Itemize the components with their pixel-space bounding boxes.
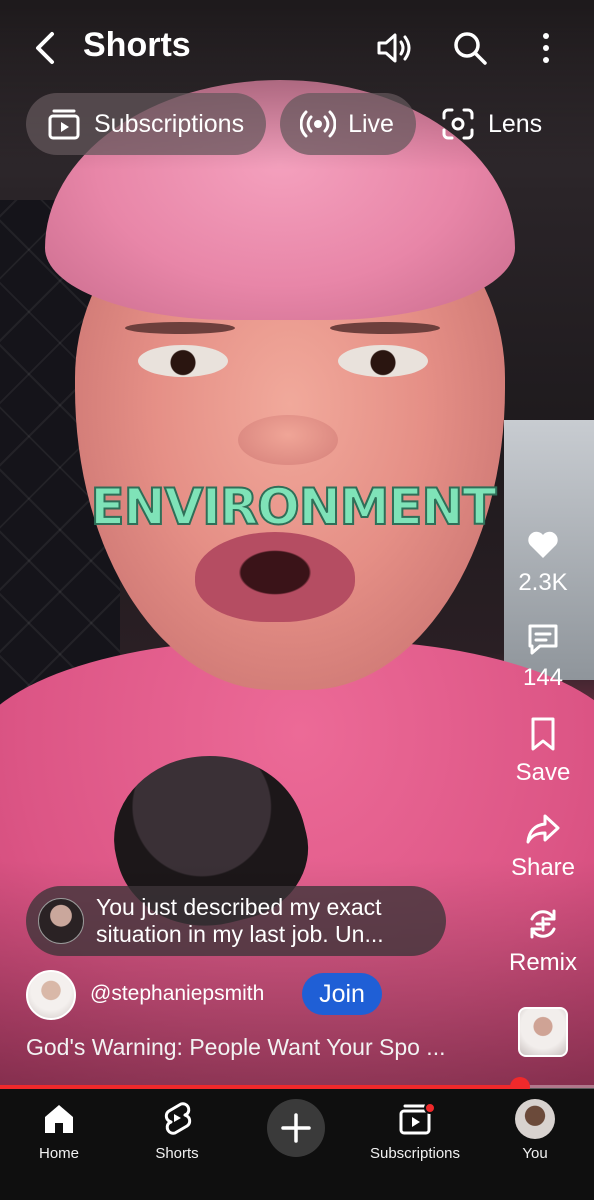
- nav-shorts[interactable]: Shorts: [118, 1089, 236, 1162]
- heart-icon: [528, 531, 558, 558]
- subscriptions-icon: [48, 109, 80, 140]
- chip-lens[interactable]: Lens: [430, 93, 564, 155]
- page-title: Shorts: [83, 26, 191, 64]
- more-options-button[interactable]: [528, 28, 568, 68]
- eye: [338, 345, 428, 377]
- search-icon: [454, 32, 487, 65]
- comments-button[interactable]: 144: [500, 620, 586, 692]
- bookmark-icon: [531, 717, 555, 751]
- lens-icon: [442, 108, 474, 140]
- feed-chips: Subscriptions Live Lens: [26, 93, 564, 155]
- video-title[interactable]: God's Warning: People Want Your Spo ...: [26, 1034, 496, 1061]
- save-label: Save: [515, 759, 571, 786]
- like-button[interactable]: 2.3K: [500, 525, 586, 597]
- speaker-icon: [377, 33, 411, 63]
- sound-thumbnail[interactable]: [518, 1007, 568, 1057]
- eyebrow: [330, 322, 440, 334]
- share-label: Share: [510, 854, 576, 881]
- remix-button[interactable]: Remix: [500, 905, 586, 977]
- like-count: 2.3K: [518, 569, 568, 596]
- avatar: [515, 1099, 555, 1139]
- nav-label: Subscriptions: [369, 1145, 461, 1162]
- remix-icon: [530, 909, 556, 939]
- chip-live[interactable]: Live: [280, 93, 416, 155]
- commenter-avatar: [38, 898, 84, 944]
- sound-button[interactable]: [374, 28, 414, 68]
- nav-label: Shorts: [155, 1145, 199, 1162]
- plus-icon: [281, 1113, 311, 1143]
- chip-subscriptions[interactable]: Subscriptions: [26, 93, 267, 155]
- search-button[interactable]: [450, 28, 490, 68]
- mouth: [195, 532, 355, 622]
- notification-dot: [424, 1102, 436, 1114]
- chip-label: Lens: [487, 109, 543, 138]
- share-icon: [526, 814, 560, 844]
- back-arrow-icon: [36, 32, 54, 64]
- eyebrow: [125, 322, 235, 334]
- nav-subscriptions[interactable]: Subscriptions: [356, 1089, 474, 1162]
- nav-home[interactable]: Home: [0, 1089, 118, 1162]
- more-vert-icon: [543, 33, 549, 63]
- live-icon: [300, 110, 337, 138]
- bottom-navigation: Home Shorts Subscriptions You: [0, 1089, 594, 1200]
- share-button[interactable]: Share: [500, 810, 586, 882]
- top-bar: Shorts: [0, 0, 594, 92]
- comment-text: You just described my exact situation in…: [96, 894, 384, 947]
- channel-handle[interactable]: @stephaniepsmith: [90, 982, 264, 1006]
- comment-icon: [528, 624, 558, 655]
- comment-count: 144: [522, 664, 564, 691]
- join-button[interactable]: Join: [302, 973, 382, 1015]
- channel-avatar[interactable]: [26, 970, 76, 1020]
- eye: [138, 345, 228, 377]
- chip-label: Live: [348, 109, 394, 138]
- back-button[interactable]: [28, 26, 64, 70]
- create-button[interactable]: [267, 1099, 325, 1157]
- remix-label: Remix: [508, 949, 577, 976]
- shorts-icon: [164, 1102, 192, 1135]
- home-icon: [45, 1105, 73, 1133]
- nav-label: You: [522, 1145, 548, 1162]
- top-comment-preview[interactable]: You just described my exact situation in…: [26, 886, 446, 956]
- nav-label: Home: [38, 1145, 79, 1162]
- nose: [238, 415, 338, 465]
- chip-label: Subscriptions: [94, 109, 245, 138]
- save-button[interactable]: Save: [500, 715, 586, 787]
- nav-you[interactable]: You: [476, 1089, 594, 1162]
